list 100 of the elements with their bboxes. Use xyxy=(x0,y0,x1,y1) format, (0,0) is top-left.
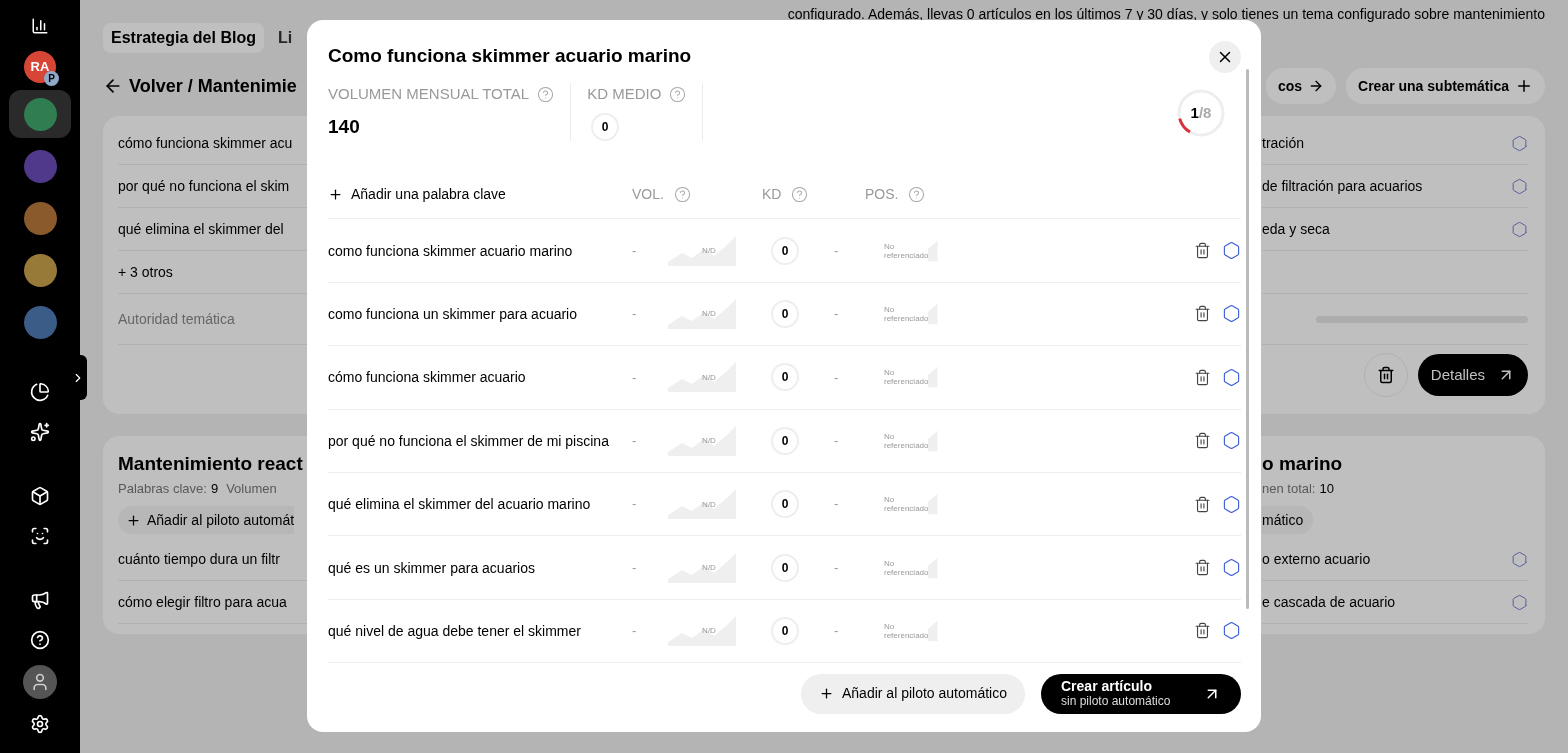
progress-total: /8 xyxy=(1198,103,1212,124)
keyword-item[interactable]: cómo funciona skimmer acu xyxy=(118,132,293,154)
sparkles-icon xyxy=(30,422,50,442)
logo-badge: P xyxy=(44,71,59,86)
autopilot-button[interactable]: Añadir al piloto automático xyxy=(801,673,1025,714)
trash-icon xyxy=(1193,432,1211,450)
dialog-title: Como funciona skimmer acuario marino xyxy=(328,44,692,69)
plus-icon xyxy=(328,187,343,203)
page-tab[interactable]: Li xyxy=(269,23,301,53)
position-value: - xyxy=(834,368,840,387)
hexagon-icon[interactable] xyxy=(1511,177,1528,195)
workspace-item[interactable] xyxy=(9,90,71,138)
kd-badge: 0 xyxy=(591,113,620,142)
kd-badge: 0 xyxy=(771,490,799,519)
volume-value: - xyxy=(632,558,638,577)
kd-badge: 0 xyxy=(771,553,799,582)
hexagon-button[interactable] xyxy=(1221,620,1241,641)
hexagon-icon xyxy=(1221,304,1241,324)
page-tab[interactable]: Estrategia del Blog xyxy=(103,23,264,53)
volume-trend-label: N/D xyxy=(701,246,716,256)
hexagon-button[interactable] xyxy=(1221,494,1241,515)
volume-value: - xyxy=(632,622,638,641)
volume-value: - xyxy=(632,241,638,260)
header-action-button[interactable]: cos xyxy=(1265,68,1337,104)
trash-icon xyxy=(1193,305,1211,323)
trash-icon xyxy=(1193,622,1211,640)
kd-badge: 0 xyxy=(771,363,799,392)
keyword-text: como funciona skimmer acuario marino xyxy=(328,242,574,259)
hexagon-icon[interactable] xyxy=(1511,550,1528,568)
close-button[interactable] xyxy=(1209,40,1241,73)
autopilot-button[interactable]: Añadir al piloto automát xyxy=(118,506,295,534)
keyword-item[interactable]: cuánto tiempo dura un filtr xyxy=(118,548,280,570)
volume-trend-label: N/D xyxy=(701,372,716,382)
plus-icon xyxy=(819,686,834,702)
help-icon xyxy=(30,630,50,650)
section-label: Autoridad temática xyxy=(118,309,235,329)
keyword-item[interactable]: de filtración para acuarios xyxy=(1262,175,1423,197)
stat-label: VOLUMEN MENSUAL TOTAL xyxy=(328,84,530,105)
column-header: KD xyxy=(762,185,782,205)
create-article-subtitle: sin piloto automático xyxy=(1061,693,1171,709)
volume-trend-label: N/D xyxy=(701,309,716,319)
volume-value: - xyxy=(632,305,638,324)
volume-trend-label: N/D xyxy=(701,499,716,509)
hexagon-button[interactable] xyxy=(1221,557,1241,578)
create-article-button[interactable]: Crear artículo sin piloto automático xyxy=(1041,673,1241,714)
keyword-item[interactable]: e cascada de acuario xyxy=(1262,591,1396,613)
keyword-item[interactable]: eda y seca xyxy=(1262,218,1330,240)
keyword-text: qué es un skimmer para acuarios xyxy=(328,559,536,576)
settings-icon xyxy=(30,714,50,734)
meta-label: Volumen xyxy=(226,480,277,499)
column-header: VOL. xyxy=(632,185,664,205)
more-link[interactable]: + 3 otros xyxy=(118,261,173,283)
add-keyword-button[interactable]: Añadir una palabra clave xyxy=(328,184,632,206)
hexagon-icon[interactable] xyxy=(1511,220,1528,238)
hexagon-button[interactable] xyxy=(1221,430,1241,451)
hexagon-icon xyxy=(1221,367,1241,387)
position-value: - xyxy=(834,558,840,577)
keyword-item[interactable]: cómo elegir filtro para acua xyxy=(118,591,287,613)
autopilot-button[interactable]: mático xyxy=(1262,506,1314,534)
keyword-text: cómo funciona skimmer acuario xyxy=(328,369,527,386)
scan-icon xyxy=(30,526,50,546)
trash-icon xyxy=(1193,242,1211,260)
position-trend-label: No referenciado xyxy=(883,431,929,450)
keyword-item[interactable]: o externo acuario xyxy=(1262,548,1371,570)
box-icon xyxy=(30,486,50,506)
keyword-item[interactable]: tración xyxy=(1262,132,1305,154)
keyword-item[interactable]: por qué no funciona el skim xyxy=(118,175,290,197)
hexagon-icon[interactable] xyxy=(1511,134,1528,152)
megaphone-icon xyxy=(30,590,50,610)
stat-value: 140 xyxy=(328,114,361,139)
position-value: - xyxy=(834,432,840,450)
hexagon-icon xyxy=(1221,241,1241,261)
trash-icon xyxy=(1193,368,1211,386)
details-button[interactable]: Detalles xyxy=(1417,354,1528,396)
card-title: Mantenimiento react xyxy=(118,452,304,476)
position-value: - xyxy=(834,622,840,641)
kd-badge: 0 xyxy=(771,299,799,328)
keyword-text: por qué no funciona el skimmer de mi piscina xyxy=(328,432,610,449)
position-value: - xyxy=(834,495,840,514)
back-link[interactable]: Volver / Mantenimie xyxy=(103,72,297,100)
person-icon xyxy=(30,672,50,692)
column-header: POS. xyxy=(865,185,899,205)
position-trend-label: No referenciado xyxy=(883,368,929,387)
hexagon-button[interactable] xyxy=(1221,240,1241,261)
kd-badge: 0 xyxy=(771,426,799,455)
hexagon-button[interactable] xyxy=(1221,367,1241,388)
workspace-logo[interactable]: RA P xyxy=(24,51,56,83)
hexagon-icon[interactable] xyxy=(1511,593,1528,611)
volume-value: - xyxy=(632,495,638,514)
header-action-button[interactable]: Crear una subtemática xyxy=(1346,68,1545,104)
position-trend-label: No referenciado xyxy=(883,304,929,323)
card-title: o marino xyxy=(1262,452,1344,476)
user-avatar[interactable] xyxy=(23,665,57,699)
volume-value: - xyxy=(632,432,638,450)
keyword-item[interactable]: qué elimina el skimmer del xyxy=(118,218,284,240)
pie-chart-icon xyxy=(30,382,50,402)
trash-icon xyxy=(1193,559,1211,576)
trash-icon xyxy=(1376,366,1395,384)
hexagon-button[interactable] xyxy=(1221,303,1241,324)
trash-icon xyxy=(1193,495,1211,513)
